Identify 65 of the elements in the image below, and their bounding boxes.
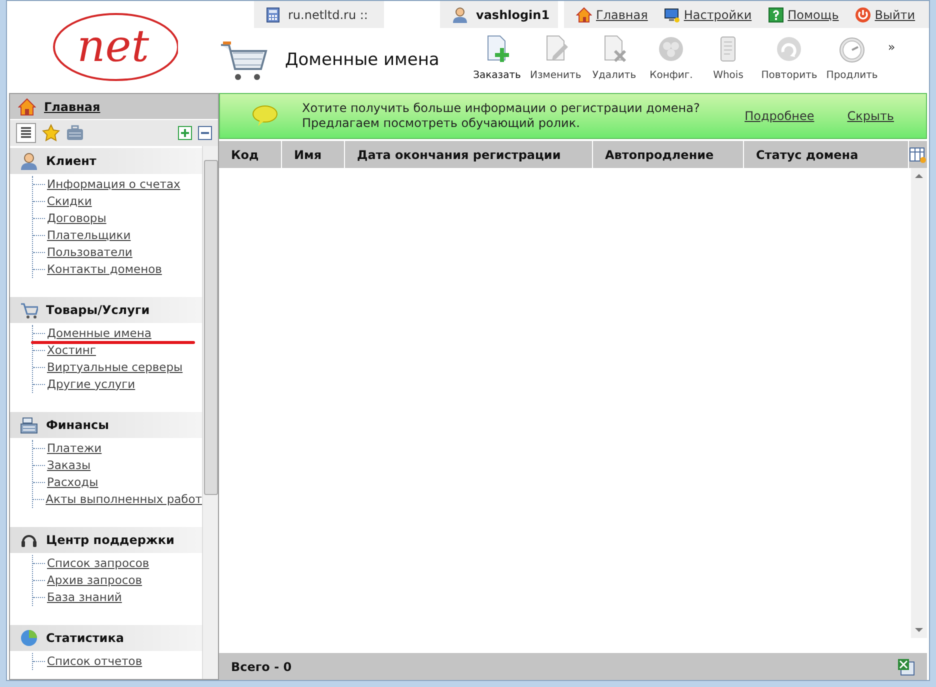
sidebar-link[interactable]: Заказы [47, 456, 91, 474]
scrollbar[interactable] [911, 168, 927, 638]
section-title: Клиент [46, 153, 96, 170]
nav-link[interactable]: Настройки [684, 6, 752, 24]
table-settings-icon[interactable] [909, 146, 927, 164]
list-icon[interactable] [16, 123, 36, 143]
site-name: ru.netltd.ru :: [288, 6, 368, 24]
cart-icon [20, 301, 38, 319]
briefcase-icon[interactable] [66, 124, 84, 142]
column-header[interactable]: Код [219, 141, 282, 168]
star-icon[interactable] [42, 124, 60, 142]
sidebar-link[interactable]: Виртуальные серверы [47, 358, 183, 376]
shopping-cart-icon [219, 38, 269, 82]
house-icon [18, 98, 36, 116]
section-title: Центр поддержки [46, 532, 174, 549]
username: vashlogin1 [476, 6, 550, 24]
column-header[interactable]: Дата окончания регистрации [345, 141, 593, 168]
sidebar-link[interactable]: Скидки [47, 192, 92, 210]
sidebar-link[interactable]: Контакты доменов [47, 260, 162, 278]
sidebar-link[interactable]: Расходы [47, 474, 98, 492]
person-icon [20, 152, 38, 170]
house-icon [576, 6, 592, 22]
sidebar-link[interactable]: Акты выполненных работ [46, 490, 202, 508]
column-header[interactable]: Имя [282, 141, 345, 168]
sidebar-link[interactable]: Пользователи [47, 244, 132, 262]
sidebar-link[interactable]: Список запросов [47, 554, 150, 572]
sidebar-link[interactable]: Список отчетов [47, 652, 142, 670]
section-title: Товары/Услуги [46, 302, 150, 319]
calculator-icon [266, 6, 280, 22]
toolbar-button[interactable]: Заказать [471, 34, 523, 83]
sidebar-link[interactable]: Платежи [47, 440, 102, 458]
collapse-all-icon[interactable] [198, 126, 212, 140]
sidebar-link[interactable]: Договоры [47, 210, 106, 228]
speech-bubble-icon [252, 105, 278, 127]
total-count: Всего - 0 [231, 658, 293, 676]
monitor-gear-icon [664, 6, 680, 22]
sidebar-home-link[interactable]: Главная [44, 98, 100, 116]
sidebar-link[interactable]: Доменные имена [47, 324, 152, 342]
nav-link[interactable]: Помощь [788, 6, 839, 24]
question-icon [768, 6, 784, 22]
scrollbar[interactable] [202, 146, 218, 679]
info-text: Хотите получить больше информации о регистрации домена? [302, 101, 701, 116]
expand-all-icon[interactable] [178, 126, 192, 140]
banner-link[interactable]: Скрыть [847, 107, 894, 125]
section-title: Статистика [46, 630, 124, 647]
sidebar-link[interactable]: Архив запросов [47, 572, 142, 590]
nav-link[interactable]: Выйти [874, 6, 916, 24]
more-button[interactable]: » [888, 38, 896, 56]
sidebar-link[interactable]: Плательщики [47, 226, 131, 244]
sidebar-link[interactable]: База знаний [47, 588, 122, 606]
sidebar-link[interactable]: Хостинг [47, 342, 96, 360]
scrollbar-thumb[interactable] [204, 160, 218, 495]
user-icon [452, 6, 468, 22]
page-title: Доменные имена [285, 48, 440, 72]
cash-register-icon [20, 416, 38, 434]
column-header[interactable]: Автопродление [593, 141, 744, 168]
pie-chart-icon [20, 629, 38, 647]
banner-link[interactable]: Подробнее [744, 107, 814, 125]
sidebar-link[interactable]: Другие услуги [47, 376, 136, 394]
section-title: Финансы [46, 417, 109, 434]
nav-link[interactable]: Главная [596, 6, 648, 24]
spreadsheet-export-icon[interactable] [897, 658, 915, 676]
power-icon [854, 6, 871, 22]
sidebar-link[interactable]: Информация о счетах [47, 176, 180, 194]
info-text: Предлагаем посмотреть обучающий ролик. [302, 116, 581, 131]
